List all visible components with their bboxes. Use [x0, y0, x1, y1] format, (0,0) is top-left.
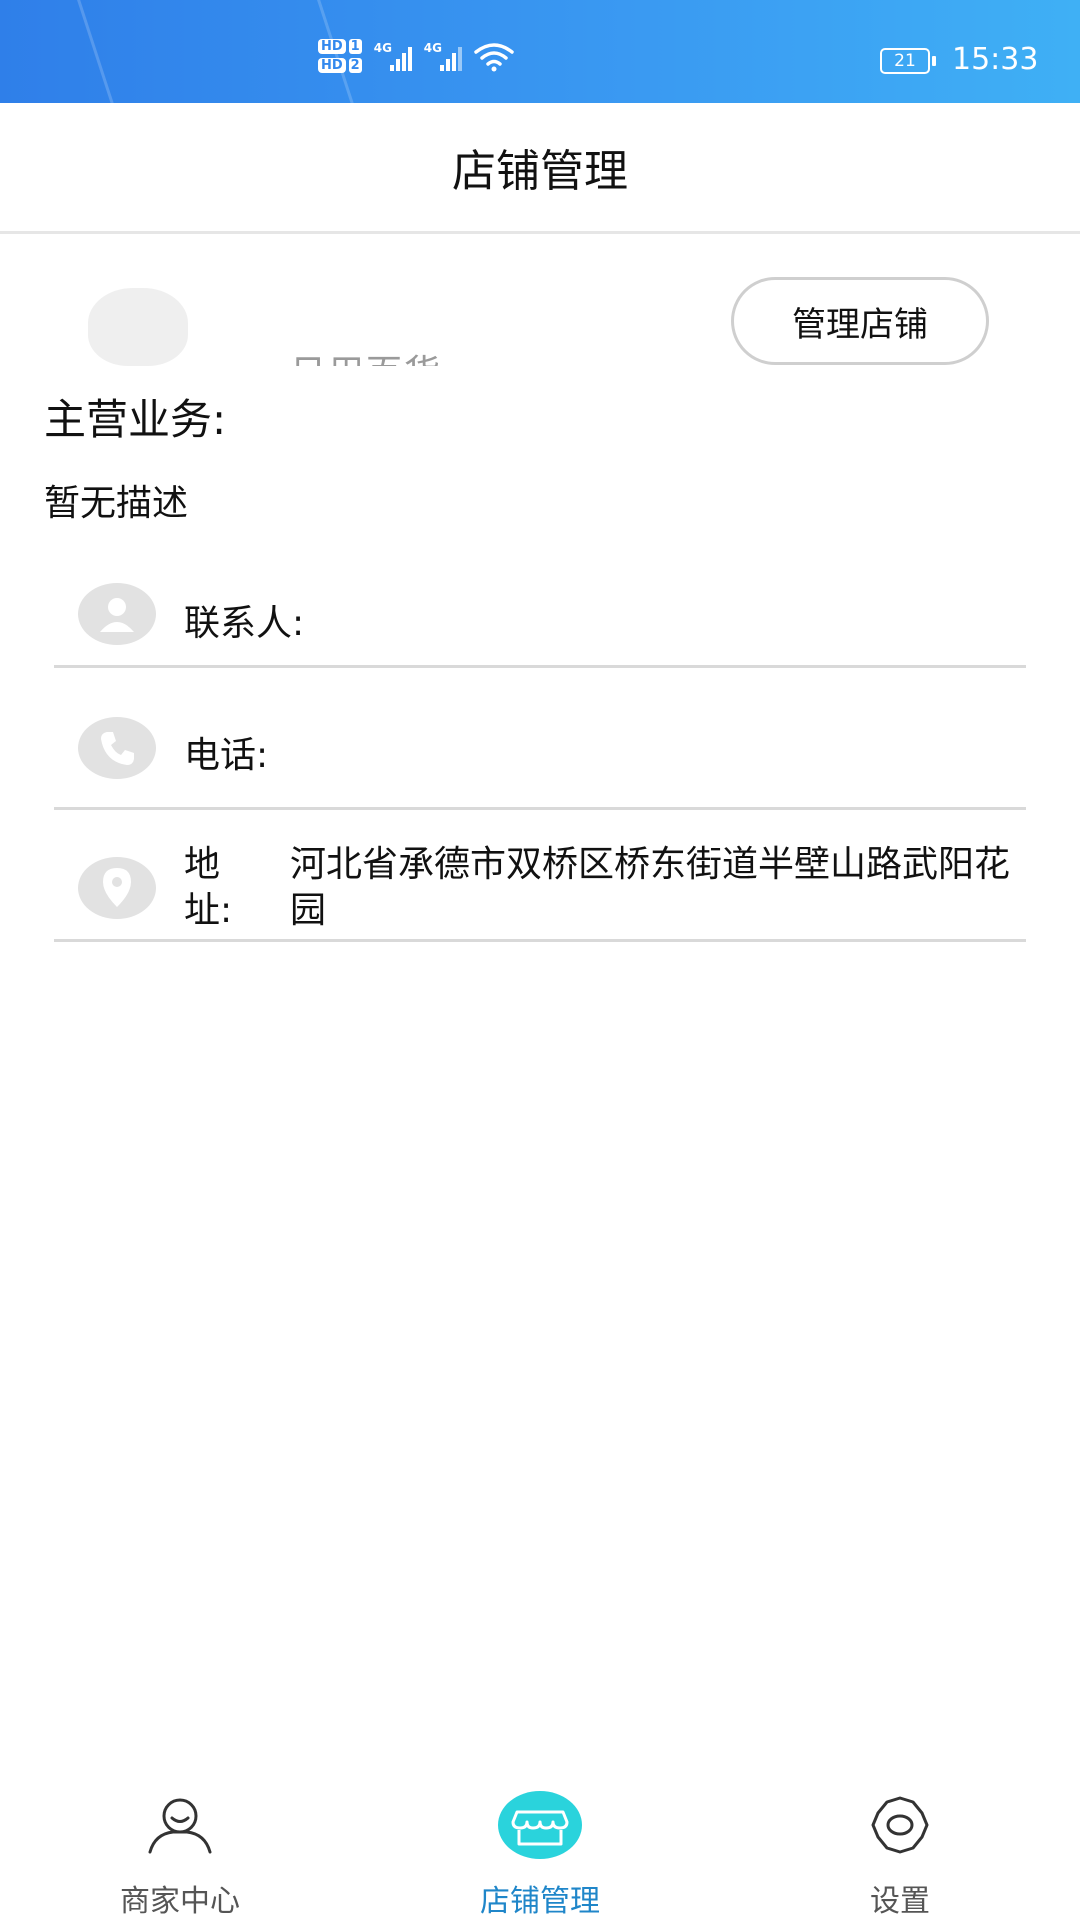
location-pin-icon: [78, 857, 156, 919]
main-business-label: 主营业务:: [44, 395, 227, 444]
hd1-label: HD: [318, 39, 346, 54]
hd2-label: HD: [318, 58, 346, 73]
hd2-badge: HD 2: [318, 58, 362, 73]
hd1-badge: HD 1: [318, 39, 362, 54]
phone-row: 电话:: [54, 668, 1026, 810]
nav-settings-label: 设置: [870, 1884, 930, 1919]
shop-avatar[interactable]: [88, 288, 188, 366]
manage-shop-button-label: 管理店铺: [792, 304, 928, 345]
address-label-line1: 地: [184, 844, 221, 885]
app-header: 店铺管理: [0, 103, 1080, 234]
nav-shop-management[interactable]: 店铺管理: [440, 1770, 640, 1920]
address-value: 河北省承德市双桥区桥东街道半壁山路武阳花园: [290, 844, 1011, 931]
battery-level: 21: [894, 51, 916, 71]
shop-name-container: 日用百货: [290, 340, 490, 366]
bottom-nav: 商家中心 店铺管理 设置: [0, 1770, 1080, 1920]
address-label: 地 址:: [184, 842, 232, 934]
phone-label: 电话:: [184, 735, 269, 776]
manage-shop-button[interactable]: 管理店铺: [731, 277, 989, 365]
signal-icon: 4G: [374, 41, 412, 71]
wifi-icon: [473, 43, 514, 72]
signal-icon: 4G: [424, 41, 462, 71]
status-time: 15:33: [952, 42, 1039, 77]
status-bar: HD 1 HD 2 4G 4G 21 15:33: [0, 0, 1080, 103]
nav-merchant-center-label: 商家中心: [120, 1884, 240, 1919]
nav-merchant-center[interactable]: 商家中心: [80, 1770, 280, 1920]
contact-row: 联系人:: [54, 566, 1026, 668]
hd1-num: 1: [348, 39, 362, 54]
main-business-description: 暂无描述: [44, 483, 189, 524]
store-icon: [495, 1790, 585, 1860]
status-icons: HD 1 HD 2 4G 4G: [318, 36, 514, 76]
hd-indicators: HD 1 HD 2: [318, 39, 362, 73]
merchant-user-icon: [135, 1790, 225, 1860]
page-title: 店铺管理: [452, 146, 628, 197]
address-row: 地 址: 河北省承德市双桥区桥东街道半壁山路武阳花园: [54, 810, 1026, 942]
phone-icon: [78, 717, 156, 779]
shop-name: 日用百货: [290, 344, 442, 366]
nav-settings[interactable]: 设置: [800, 1770, 1000, 1920]
battery-icon: 21: [880, 48, 936, 74]
nav-shop-management-label: 店铺管理: [480, 1884, 600, 1919]
gear-icon: [855, 1790, 945, 1860]
contact-label: 联系人:: [184, 603, 305, 644]
person-icon: [78, 583, 156, 645]
hd2-num: 2: [348, 58, 362, 73]
signal2-label: 4G: [423, 41, 442, 55]
address-label-line2: 址:: [184, 890, 233, 931]
signal1-label: 4G: [373, 41, 392, 55]
